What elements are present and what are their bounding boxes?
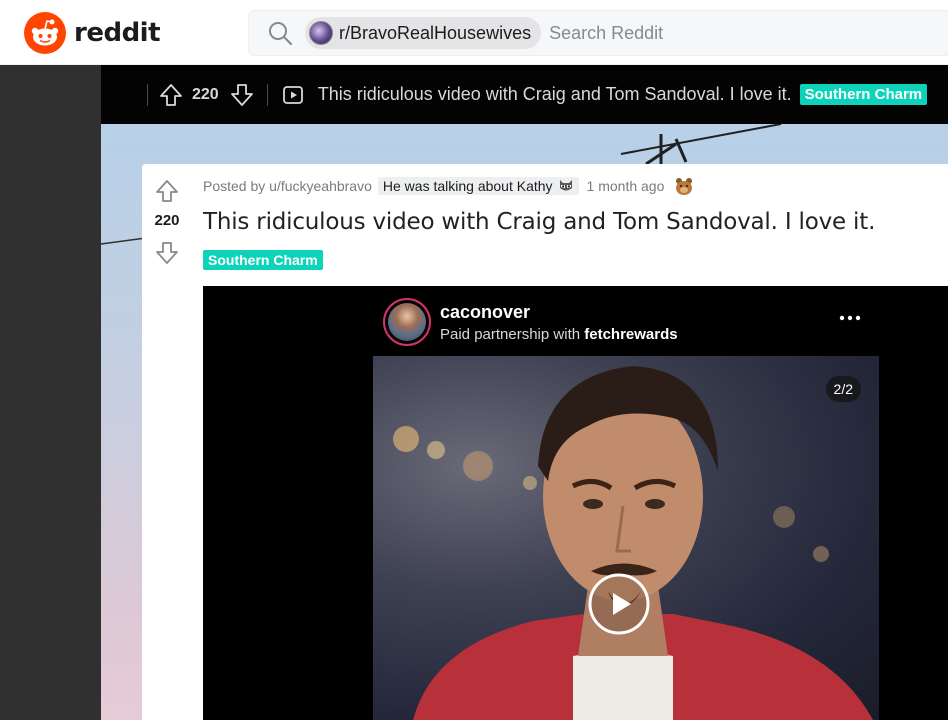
post-score: 220 [154, 212, 180, 229]
slide-counter: 2/2 [825, 376, 861, 402]
user-flair-text: He was talking about Kathy [382, 178, 553, 194]
divider [147, 83, 148, 106]
post-author-link[interactable]: Posted by u/fuckyeahbravo [203, 178, 372, 194]
downvote-icon[interactable] [229, 82, 255, 108]
top-header: reddit r/BravoRealHousewives [0, 0, 948, 65]
raccoon-icon [559, 180, 572, 191]
post-time[interactable]: 1 month ago [587, 178, 665, 194]
video-thumbnail-person [413, 366, 873, 720]
video-player[interactable]: caconover Paid partnership with fetchrew… [203, 286, 948, 720]
more-options-icon[interactable] [839, 313, 861, 323]
account-name: caconover [440, 302, 531, 322]
post-card[interactable]: 220 Posted by u/fuckyeahbravo He was tal… [142, 164, 948, 720]
left-gutter [0, 65, 101, 720]
reddit-home-link[interactable]: reddit [24, 12, 161, 54]
account-avatar [383, 298, 431, 346]
partnership-text: Paid partnership with fetchrewards [440, 326, 678, 343]
post-flair[interactable]: Southern Charm [203, 250, 323, 270]
user-flair: He was talking about Kathy [377, 177, 579, 195]
play-icon[interactable] [587, 572, 651, 636]
sticky-post-title[interactable]: This ridiculous video with Craig and Tom… [318, 84, 792, 105]
video-frame[interactable]: 2/2 [373, 356, 879, 720]
downvote-icon[interactable] [154, 240, 180, 266]
sticky-post-bar: 220 This ridiculous video with Craig and… [101, 65, 948, 124]
award-icon[interactable] [674, 176, 694, 196]
post-title[interactable]: This ridiculous video with Craig and Tom… [203, 209, 875, 235]
subreddit-avatar [309, 21, 333, 45]
upvote-icon[interactable] [158, 82, 184, 108]
search-icon [269, 22, 293, 46]
reddit-wordmark: reddit [74, 18, 161, 48]
reddit-logo-icon [24, 12, 66, 54]
divider [266, 83, 268, 106]
subreddit-chip-label: r/BravoRealHousewives [339, 22, 532, 43]
sticky-post-flair[interactable]: Southern Charm [799, 84, 928, 105]
search-bar[interactable]: r/BravoRealHousewives [248, 10, 948, 56]
video-post-icon [282, 85, 303, 104]
post-meta: Posted by u/fuckyeahbravo He was talking… [203, 176, 694, 196]
search-input[interactable] [549, 22, 870, 44]
sticky-score: 220 [192, 85, 219, 103]
upvote-icon[interactable] [154, 178, 180, 204]
partner-brand: fetchrewards [584, 326, 678, 343]
subreddit-search-chip[interactable]: r/BravoRealHousewives [305, 17, 542, 49]
